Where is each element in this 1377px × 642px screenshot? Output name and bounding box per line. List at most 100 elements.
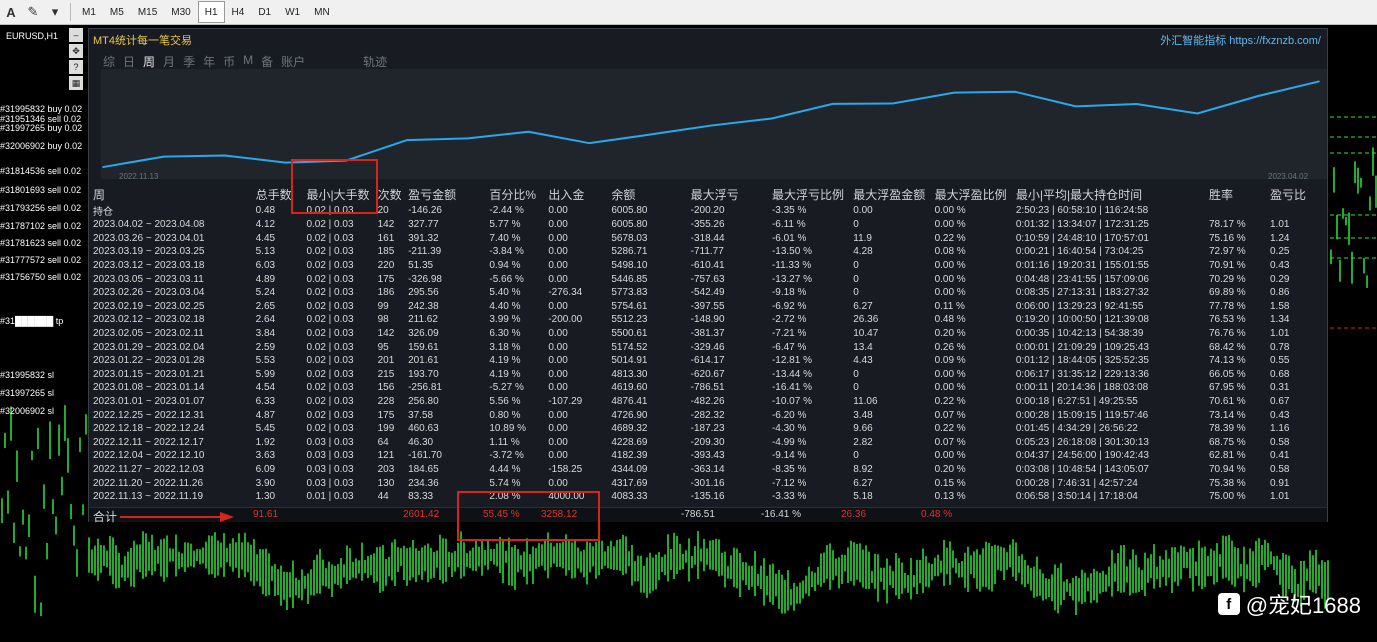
timeframe-m5[interactable]: M5 (103, 1, 131, 23)
panel-brand-link[interactable]: 外汇智能指标 https://fxznzb.com/ (1160, 32, 1321, 48)
cell-max-dd-pct: -13.44 % (771, 368, 812, 380)
tab-10[interactable]: 轨迹 (363, 53, 387, 70)
tab-3[interactable]: 月 (163, 53, 175, 70)
column-header[interactable]: 出入金 (548, 186, 611, 203)
column-header[interactable]: 最大浮亏比例 (772, 186, 853, 203)
tab-6[interactable]: 币 (223, 53, 235, 70)
tab-1[interactable]: 日 (123, 53, 135, 70)
table-row[interactable]: 2023.02.12 ~ 2023.02.18 2.64 0.02 | 0.03 98… (93, 313, 1325, 327)
column-header[interactable]: 盈亏金额 (408, 186, 489, 203)
timeframe-m1[interactable]: M1 (75, 1, 103, 23)
dropdown-arrow-icon[interactable]: ▾ (44, 1, 66, 23)
cell-max-fp: 8.92 (853, 463, 873, 475)
cell-pct: -2.44 % (489, 205, 524, 216)
cell-max-fp-pct: 0.08 % (934, 246, 966, 258)
table-row[interactable]: 2023.04.02 ~ 2023.04.08 4.12 0.02 | 0.03 14… (93, 218, 1325, 232)
cell-count: 64 (377, 436, 389, 448)
column-header[interactable]: 最大浮亏 (691, 186, 772, 203)
help-icon[interactable]: ? (69, 60, 83, 74)
timeframe-w1[interactable]: W1 (278, 1, 307, 23)
table-row[interactable]: 2023.01.08 ~ 2023.01.14 4.54 0.02 | 0.03 15… (93, 381, 1325, 395)
column-header[interactable]: 百分比% (489, 186, 548, 203)
move-icon[interactable]: ✥ (69, 44, 83, 58)
cell-max-fp-pct: 0.20 % (934, 328, 966, 340)
cell-pl: 234.36 (408, 477, 439, 489)
cell-max-dd-pct: -9.14 % (771, 450, 807, 462)
table-row[interactable]: 2023.02.05 ~ 2023.02.11 3.84 0.02 | 0.03 14… (93, 327, 1325, 341)
cell-count: 201 (377, 355, 395, 367)
table-row[interactable]: 2022.11.13 ~ 2022.11.19 1.30 0.01 | 0.03 44… (93, 490, 1325, 504)
tab-8[interactable]: 备 (261, 53, 273, 70)
cell-max-dd: -482.26 (690, 396, 725, 408)
table-row[interactable]: 2023.01.15 ~ 2023.01.21 5.99 0.02 | 0.03 21… (93, 368, 1325, 382)
cell-balance: 5014.91 (611, 355, 648, 367)
cell-ratio: 0.31 (1269, 382, 1290, 394)
cell-lots: 6.09 (255, 463, 276, 475)
cell-pl: -146.26 (408, 205, 442, 216)
column-header[interactable]: 最大浮盈金额 (853, 186, 934, 203)
table-row[interactable]: 2022.11.27 ~ 2022.12.03 6.09 0.03 | 0.03 20… (93, 463, 1325, 477)
table-row[interactable]: 2023.03.12 ~ 2023.03.18 6.03 0.02 | 0.03 22… (93, 259, 1325, 273)
table-row[interactable]: 2022.12.11 ~ 2022.12.17 1.92 0.03 | 0.03 64… (93, 436, 1325, 450)
table-row[interactable]: 2023.01.22 ~ 2023.01.28 5.53 0.02 | 0.03 20… (93, 354, 1325, 368)
timeframe-d1[interactable]: D1 (251, 1, 278, 23)
cell-max-dd-pct: -6.47 % (771, 341, 807, 353)
table-row[interactable]: 2022.12.25 ~ 2022.12.31 4.87 0.02 | 0.03 17… (93, 408, 1325, 422)
cell-max-dd-pct: -6.20 % (771, 409, 807, 421)
cell-ratio: 0.91 (1269, 477, 1290, 489)
table-row[interactable]: 2022.12.04 ~ 2022.12.10 3.63 0.03 | 0.03 12… (93, 449, 1325, 463)
cell-max-fp-pct: 0.00 % (934, 219, 966, 231)
cell-win: 78.39 % (1209, 423, 1246, 435)
table-row[interactable]: 2023.03.05 ~ 2023.03.11 4.89 0.02 | 0.03 17… (93, 272, 1325, 286)
timeframe-m30[interactable]: M30 (164, 1, 197, 23)
tab-2[interactable]: 周 (143, 53, 155, 70)
table-row[interactable]: 2022.11.20 ~ 2022.11.26 3.90 0.03 | 0.03 13… (93, 476, 1325, 490)
timeframe-h1[interactable]: H1 (197, 1, 225, 23)
tab-9[interactable]: 账户 (281, 53, 305, 70)
balance-point (406, 139, 408, 141)
cell-pl: 326.09 (408, 328, 439, 340)
table-row[interactable]: 2023.03.26 ~ 2023.04.01 4.45 0.02 | 0.03 16… (93, 232, 1325, 246)
table-row[interactable]: 2023.03.19 ~ 2023.03.25 5.13 0.02 | 0.03 18… (93, 245, 1325, 259)
timeframe-h4[interactable]: H4 (225, 1, 252, 23)
cell-label: 2023.03.26 ~ 2023.04.01 (93, 232, 205, 244)
column-header[interactable]: 胜率 (1209, 186, 1270, 203)
column-header[interactable]: 盈亏比 (1270, 186, 1325, 203)
column-header[interactable]: 余额 (611, 186, 690, 203)
timeframe-mn[interactable]: MN (307, 1, 337, 23)
cell-max-dd: -301.16 (690, 477, 725, 489)
minimize-icon[interactable]: – (69, 28, 83, 42)
timeframe-m15[interactable]: M15 (131, 1, 164, 23)
table-row[interactable]: 2023.01.01 ~ 2023.01.07 6.33 0.02 | 0.03 22… (93, 395, 1325, 409)
table-row[interactable]: 2022.12.18 ~ 2022.12.24 5.45 0.02 | 0.03 19… (93, 422, 1325, 436)
cell-balance: 4083.33 (611, 491, 648, 503)
weekly-stats-table: 周总手数 最小|大手数 次数 盈亏金额 百分比% 出入金 余额 最大浮亏 最大浮亏比例 最大浮盈金… (93, 186, 1325, 503)
table-row[interactable]: 2023.01.29 ~ 2023.02.04 2.59 0.02 | 0.03 95… (93, 340, 1325, 354)
cell-hold-time: 0:19:20 | 10:00:50 | 121:39:08 (1015, 314, 1149, 326)
cell-deposit: 0.00 (548, 368, 568, 380)
tab-5[interactable]: 年 (203, 53, 215, 70)
column-header[interactable]: 次数 (378, 186, 408, 203)
tab-7[interactable]: M (243, 53, 253, 70)
cell-pl: -256.81 (408, 382, 442, 394)
cell-max-dd: -711.77 (690, 246, 724, 258)
text-tool-icon[interactable]: A (0, 1, 22, 23)
balance-point (649, 133, 651, 136)
cell-label: 2023.01.22 ~ 2023.01.28 (93, 355, 205, 367)
label-tool-icon[interactable]: ✎ (22, 1, 44, 23)
cell-lots: 2.65 (255, 300, 276, 312)
grid-icon[interactable]: ▦ (69, 76, 83, 90)
column-header[interactable]: 周 (93, 186, 256, 203)
cell-hold-time: 0:00:35 | 10:42:13 | 54:38:39 (1015, 328, 1144, 340)
cell-max-dd: -393.43 (690, 450, 725, 462)
table-row[interactable]: 2023.02.19 ~ 2023.02.25 2.65 0.02 | 0.03 99… (93, 300, 1325, 314)
holding-row[interactable]: 持仓 0.48 0.02 | 0.03 20 -146.26 -2.44 % 0.00 600… (93, 203, 1325, 218)
cell-pct: -3.84 % (489, 246, 524, 258)
tab-0[interactable]: 综 (103, 53, 115, 70)
tab-4[interactable]: 季 (183, 53, 195, 70)
column-header[interactable]: 最大浮盈比例 (935, 186, 1016, 203)
table-row[interactable]: 2023.02.26 ~ 2023.03.04 5.24 0.02 | 0.03 18… (93, 286, 1325, 300)
column-header[interactable]: 最小|平均|最大持仓时间 (1016, 186, 1209, 203)
order-label: #32006902 buy 0.02 (0, 141, 83, 151)
cell-balance: 5498.10 (611, 260, 648, 272)
